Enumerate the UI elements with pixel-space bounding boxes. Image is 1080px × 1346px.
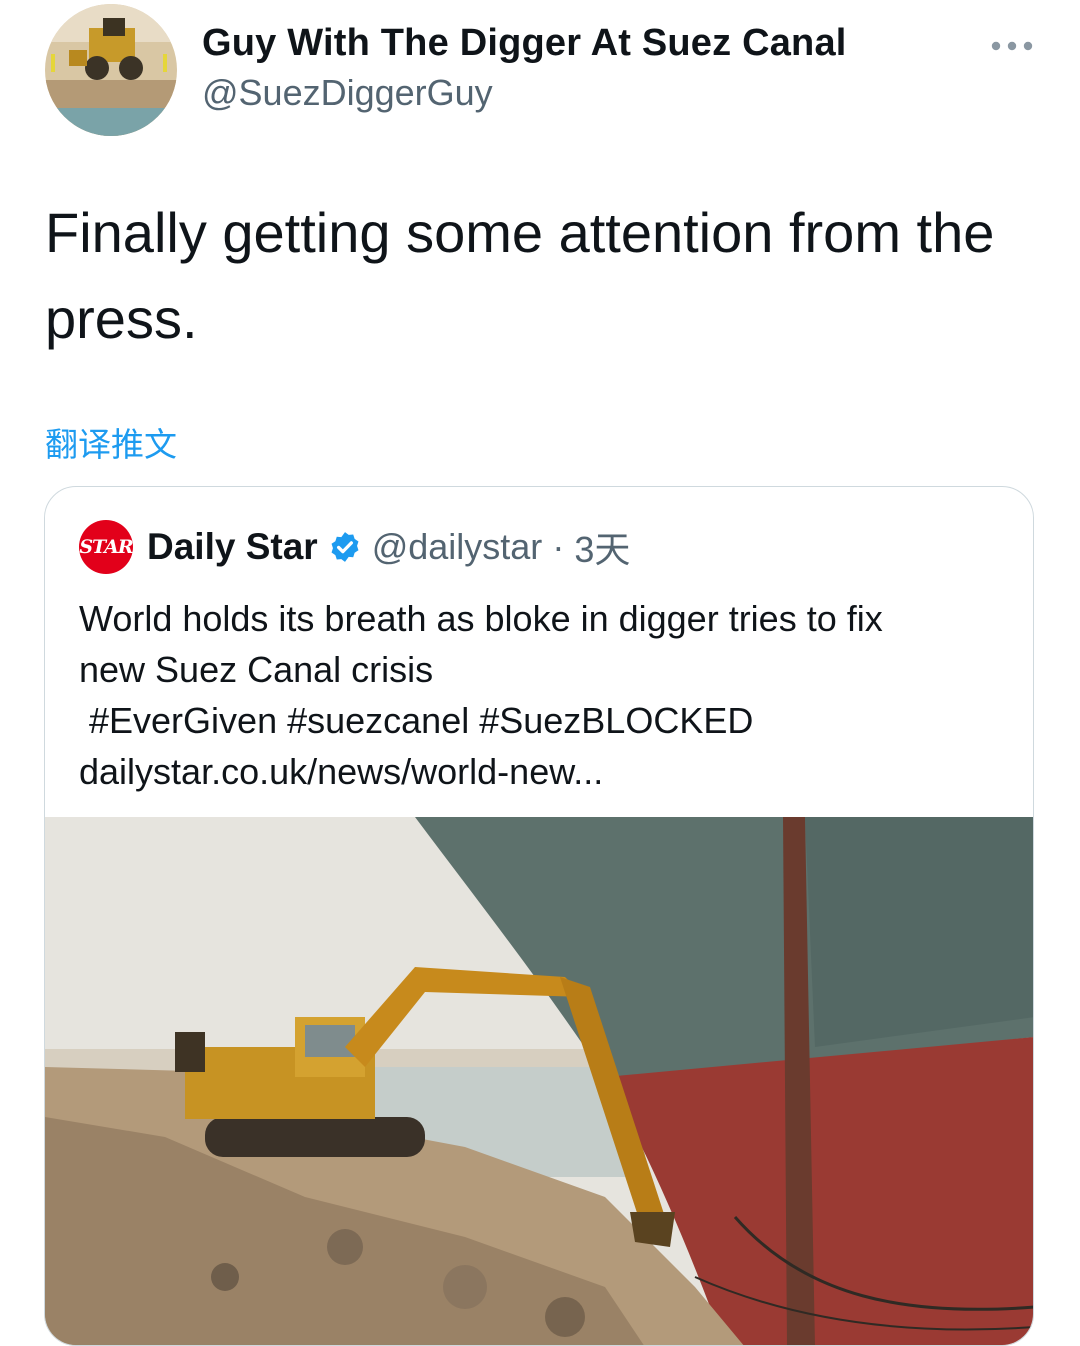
verified-badge-icon: [328, 530, 362, 564]
quoted-tweet-text: World holds its breath as bloke in digge…: [79, 593, 1009, 797]
quoted-tweet-image[interactable]: [45, 817, 1033, 1345]
author-name[interactable]: Guy With The Digger At Suez Canal: [202, 22, 847, 65]
quoted-tweet-card[interactable]: STAR Daily Star @dailystar · 3天 World ho…: [44, 486, 1034, 1346]
ship-and-digger-photo: [45, 817, 1033, 1345]
translate-tweet-link[interactable]: 翻译推文: [45, 418, 177, 466]
quoted-author-name[interactable]: Daily Star: [147, 526, 318, 568]
quoted-text-line: World holds its breath as bloke in digge…: [79, 598, 883, 639]
tweet-text: Finally getting some attention from the …: [45, 201, 995, 350]
more-horizontal-icon[interactable]: [990, 38, 1034, 54]
author-handle[interactable]: @SuezDiggerGuy: [202, 72, 493, 114]
quoted-hashtags[interactable]: #EverGiven #suezcanel #SuezBLOCKED: [79, 695, 1009, 746]
quoted-text-line: new Suez Canal crisis: [79, 649, 434, 690]
daily-star-logo[interactable]: STAR: [79, 520, 133, 574]
quoted-tweet-header: STAR Daily Star @dailystar · 3天: [79, 520, 630, 574]
daily-star-logo-text: STAR: [79, 536, 133, 558]
author-avatar[interactable]: [45, 4, 177, 136]
quoted-link-url[interactable]: dailystar.co.uk/news/world-new...: [79, 746, 1009, 797]
quoted-author-handle[interactable]: @dailystar: [372, 526, 543, 568]
avatar-digger-image: [45, 4, 177, 136]
quoted-timestamp[interactable]: 3天: [574, 521, 630, 573]
meta-separator: ·: [552, 526, 565, 567]
